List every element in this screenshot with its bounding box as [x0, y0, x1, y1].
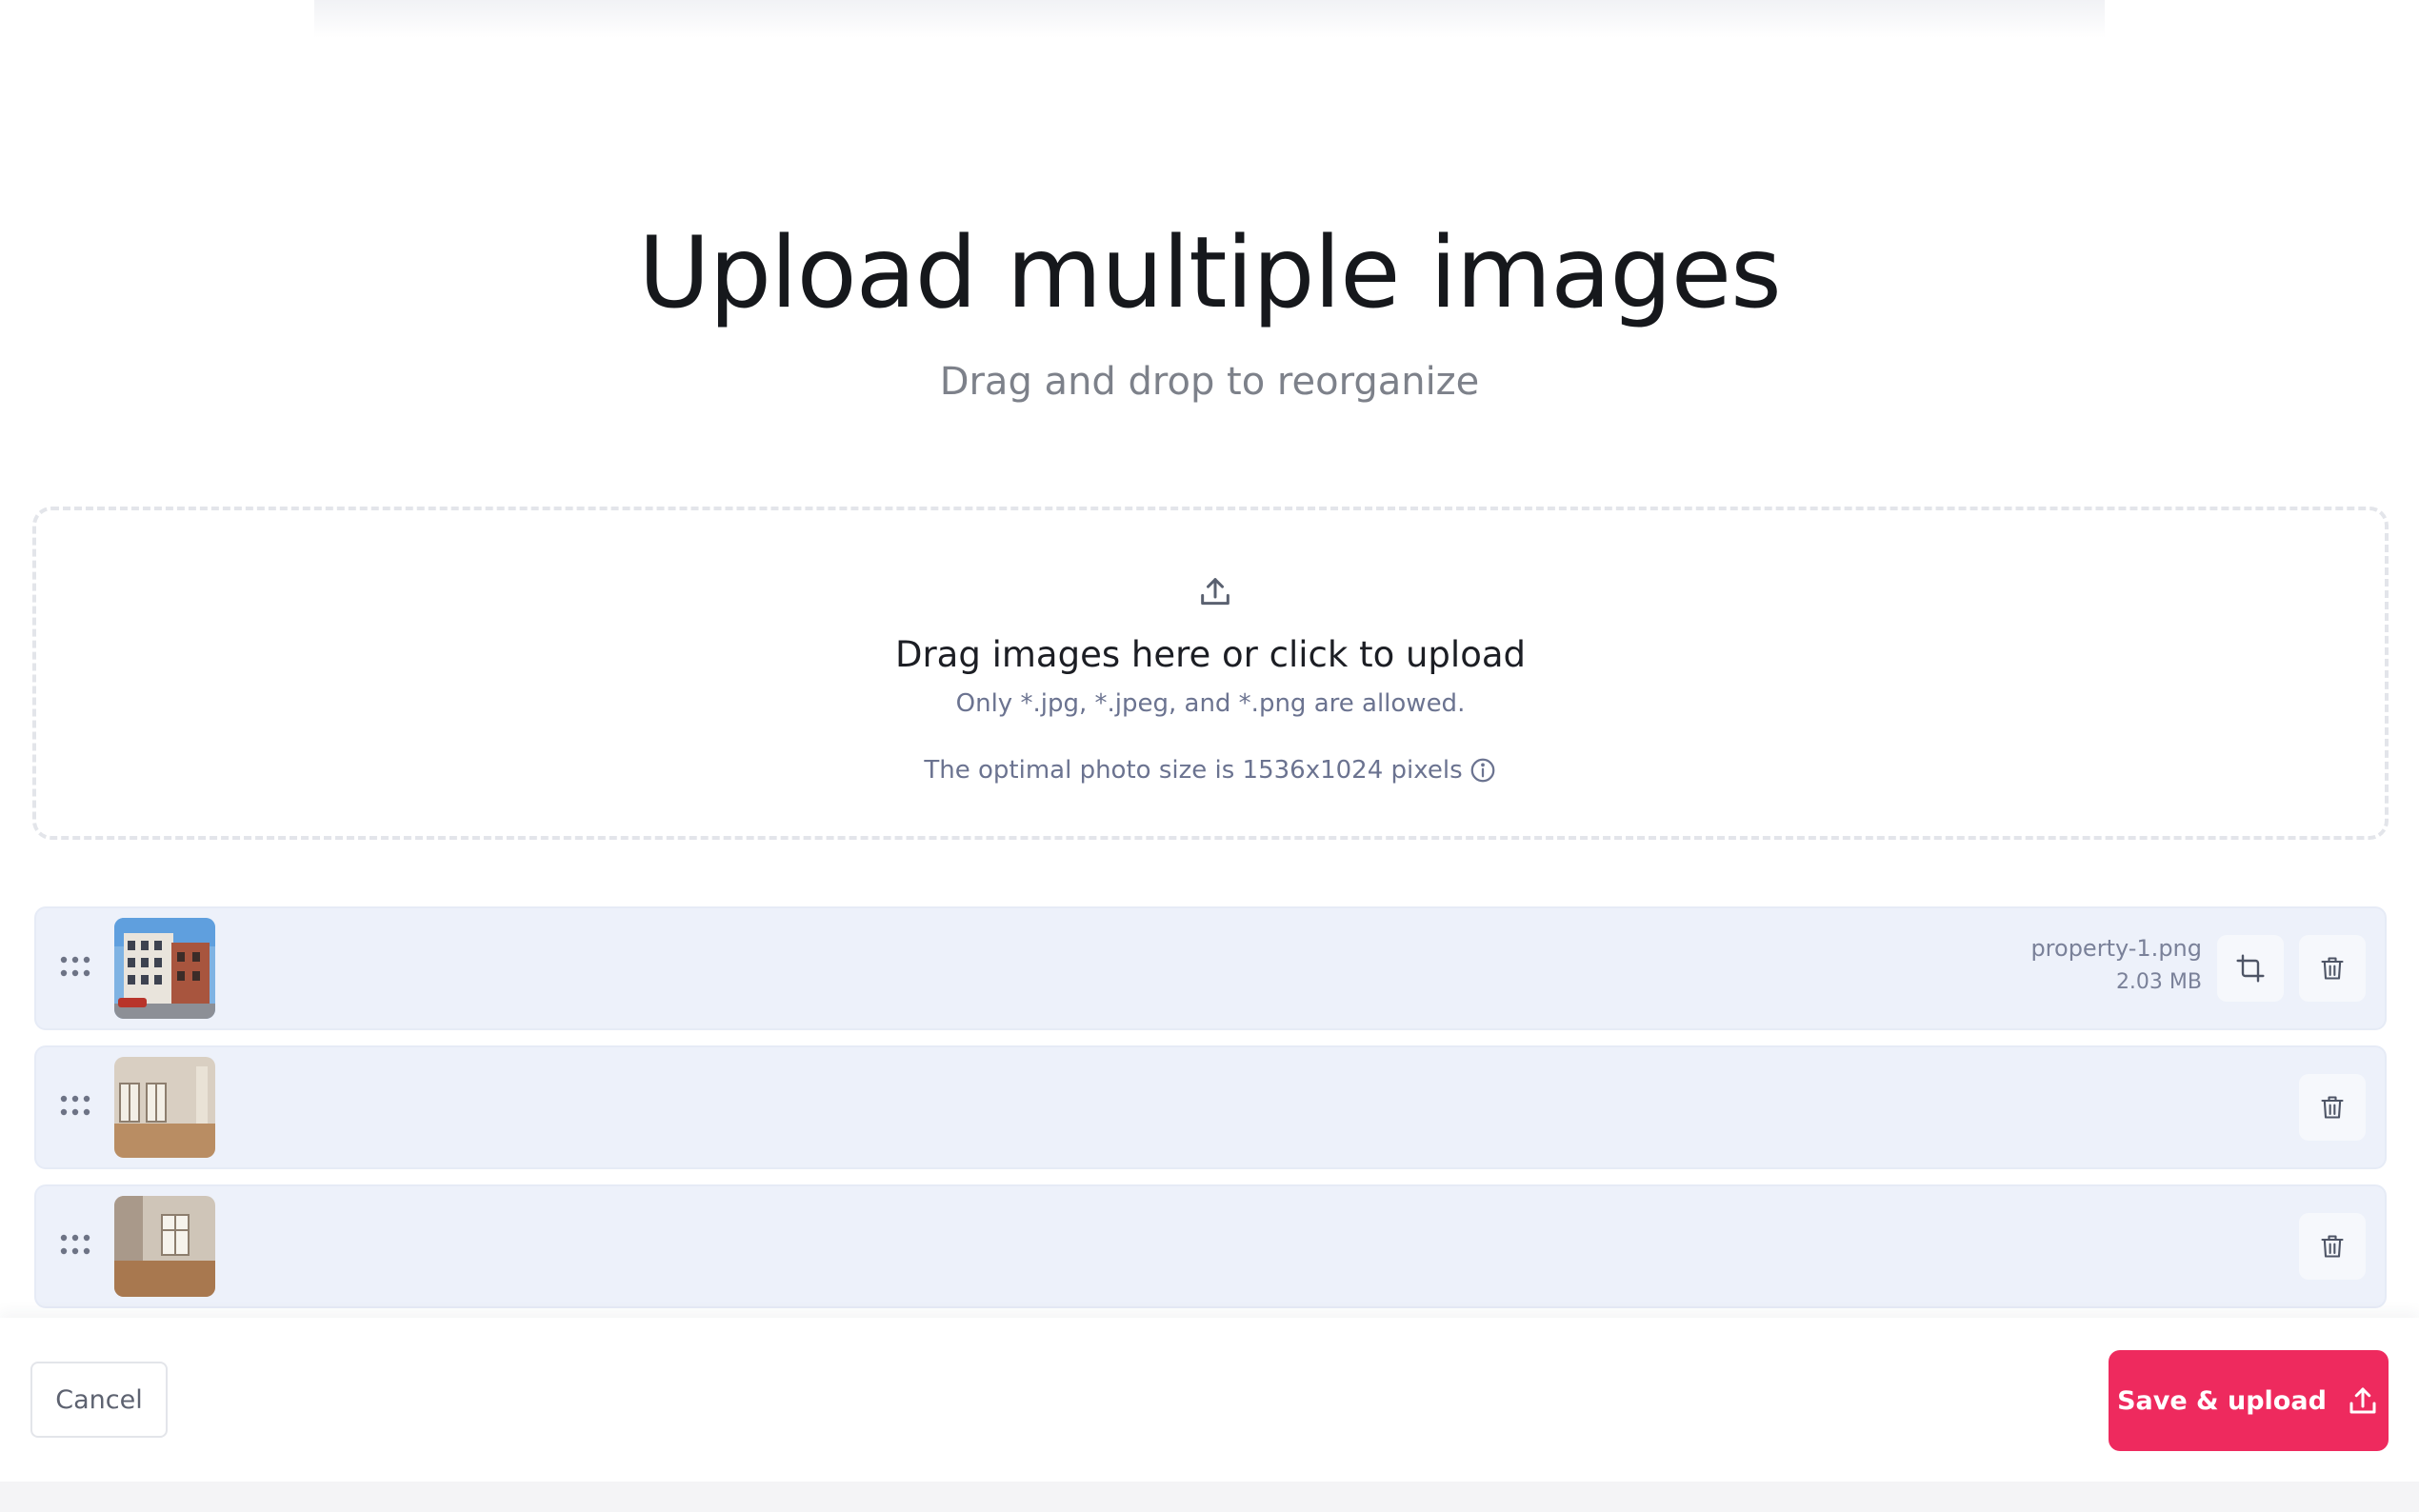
image-row[interactable]: property-1.png 2.03 MB: [34, 906, 2387, 1030]
dropzone-size-text: The optimal photo size is 1536x1024 pixe…: [924, 756, 1463, 785]
upload-icon: [2349, 1387, 2376, 1414]
dropzone-main-text: Drag images here or click to upload: [894, 634, 1526, 675]
crop-button[interactable]: [2217, 935, 2284, 1002]
upload-dropzone[interactable]: Drag images here or click to upload Only…: [32, 507, 2389, 840]
delete-button[interactable]: [2299, 1213, 2366, 1280]
drag-handle-icon[interactable]: [59, 952, 91, 981]
footer-base: [0, 1482, 2419, 1512]
file-name: property-1.png: [2030, 935, 2202, 962]
page-subtitle: Drag and drop to reorganize: [939, 360, 1480, 404]
page-title: Upload multiple images: [638, 216, 1781, 330]
footer-bar: Cancel Save & upload: [0, 1318, 2419, 1482]
image-thumbnail: [114, 918, 215, 1019]
trash-icon: [2321, 1235, 2344, 1258]
cancel-button[interactable]: Cancel: [30, 1362, 168, 1438]
image-thumbnail: [114, 1057, 215, 1158]
dropzone-allowed-text: Only *.jpg, *.jpeg, and *.png are allowe…: [955, 689, 1466, 718]
crop-icon: [2236, 954, 2265, 983]
file-size: 2.03 MB: [2115, 970, 2202, 994]
image-thumbnail: [114, 1196, 215, 1297]
image-list: property-1.png 2.03 MB: [34, 906, 2387, 1323]
image-row[interactable]: [34, 1045, 2387, 1169]
delete-button[interactable]: [2299, 1074, 2366, 1141]
page-header: Upload multiple images Drag and drop to …: [0, 211, 2419, 406]
drag-handle-icon[interactable]: [59, 1230, 91, 1259]
drag-handle-icon[interactable]: [59, 1091, 91, 1120]
trash-icon: [2321, 957, 2344, 980]
file-meta: property-1.png 2.03 MB: [2030, 931, 2202, 1000]
save-upload-label: Save & upload: [2117, 1385, 2327, 1416]
dropzone-size-hint: The optimal photo size is 1536x1024 pixe…: [36, 754, 2385, 786]
trash-icon: [2321, 1096, 2344, 1119]
top-shadow: [314, 0, 2105, 38]
delete-button[interactable]: [2299, 935, 2366, 1002]
save-upload-button[interactable]: Save & upload: [2109, 1350, 2389, 1451]
info-icon[interactable]: [1469, 756, 1497, 785]
upload-icon: [1201, 578, 1229, 606]
image-row[interactable]: [34, 1184, 2387, 1308]
